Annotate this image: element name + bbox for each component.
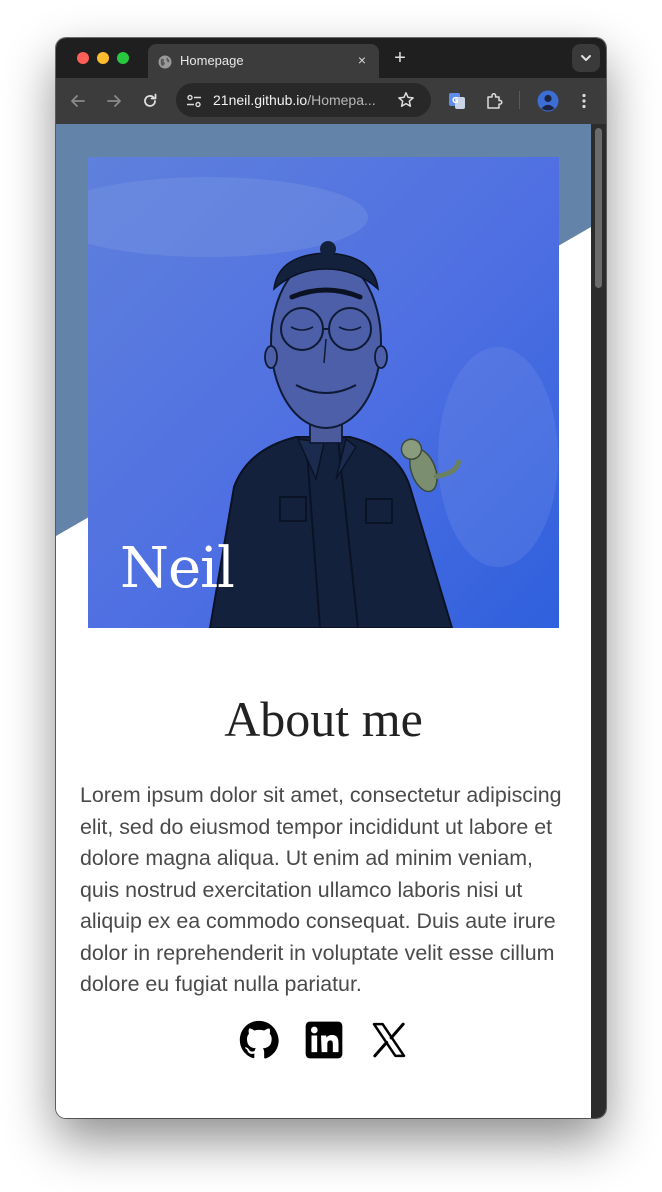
title-bar: Homepage × + [56,38,606,78]
extensions-icon[interactable] [484,91,504,111]
browser-window: Homepage × + 21neil.github.io/Homepa... … [56,38,606,1118]
globe-icon [158,55,172,69]
avatar[interactable] [537,90,559,112]
tab-close-icon[interactable]: × [354,51,370,69]
about-bio: Lorem ipsum dolor sit amet, consectetur … [80,783,562,996]
minimize-window-button[interactable] [97,52,109,64]
tab-homepage[interactable]: Homepage × [148,44,379,78]
page-content: Neil About me Lorem ipsum dolor sit amet… [56,124,591,1118]
about-heading: About me [224,691,423,747]
close-window-button[interactable] [77,52,89,64]
hero-name: Neil [120,536,235,601]
tab-search-button[interactable] [572,44,600,72]
scrollbar[interactable] [591,124,606,1118]
browser-toolbar: 21neil.github.io/Homepa... G [56,78,606,124]
svg-text:G: G [452,96,459,105]
url-text: 21neil.github.io/Homepa... [213,92,376,108]
translate-icon[interactable]: G [447,91,467,111]
toolbar-divider [519,91,520,109]
forward-icon[interactable] [104,91,124,111]
maximize-window-button[interactable] [117,52,129,64]
more-menu-icon[interactable] [574,91,594,111]
address-bar[interactable]: 21neil.github.io/Homepa... [176,83,431,117]
site-settings-icon[interactable] [186,93,202,109]
github-icon[interactable] [239,1020,279,1060]
scrollbar-thumb[interactable] [595,128,602,288]
back-icon[interactable] [68,91,88,111]
linkedin-icon[interactable] [304,1020,344,1060]
tab-title: Homepage [180,53,244,68]
x-icon[interactable] [369,1020,409,1060]
url-path: /Homepa... [307,92,376,108]
bookmark-star-icon[interactable] [397,91,415,109]
reload-icon[interactable] [140,91,160,111]
social-links [239,1020,409,1062]
new-tab-button[interactable]: + [391,46,409,70]
chevron-down-icon [581,55,591,61]
url-host: 21neil.github.io [213,92,308,108]
